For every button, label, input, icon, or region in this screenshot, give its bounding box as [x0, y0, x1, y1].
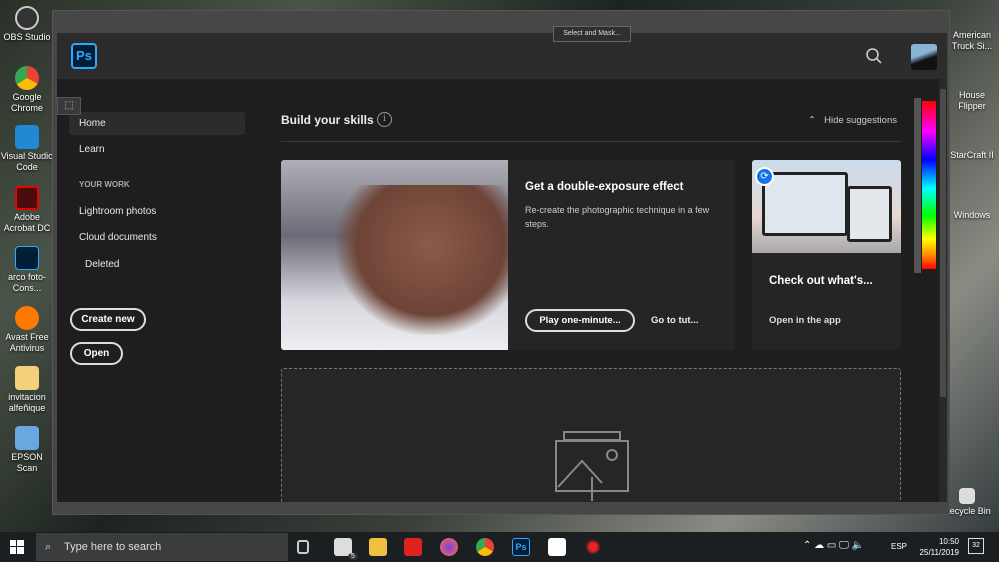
label: Avast Free Antivirus [5, 332, 49, 353]
chrome-icon[interactable] [476, 538, 494, 556]
home-screen: Home Learn YOUR WORK Lightroom photos Cl… [57, 79, 939, 502]
devices-image: ⟳ [752, 160, 901, 253]
scrollbar[interactable] [939, 79, 947, 502]
sidebar-item-cloud-documents[interactable]: Cloud documents [69, 226, 245, 249]
notification-icon[interactable]: 32 [968, 538, 984, 554]
bison-shape [336, 185, 508, 335]
creative-cloud-icon[interactable] [404, 538, 422, 556]
desktop-icon-avast[interactable]: Avast Free Antivirus [0, 306, 54, 354]
select-and-mask-button[interactable]: Select and Mask... [553, 26, 631, 42]
app-header: Ps [57, 33, 947, 79]
chevron-up-icon: ⌃ [808, 115, 817, 126]
photoshop-window: Ps Home Learn YOUR WORK Lightroom photos… [52, 10, 950, 515]
file-explorer-icon[interactable] [369, 538, 387, 556]
desktop-icon-acrobat[interactable]: Adobe Acrobat DC [0, 186, 54, 234]
go-to-tutorial-link[interactable]: Go to tut... [651, 315, 699, 326]
avatar[interactable] [911, 44, 937, 70]
system-tray-icons[interactable]: ⌃ ☁ ▭ 🖵 🔈 [803, 540, 864, 551]
app-icon[interactable] [584, 538, 602, 556]
ps-logo: Ps [71, 43, 97, 69]
store-icon[interactable] [548, 538, 566, 556]
firefox-icon[interactable] [440, 538, 458, 556]
bison-image [281, 160, 508, 350]
label: Windows [953, 210, 991, 220]
windows-start-icon[interactable] [10, 540, 24, 554]
title-bar[interactable] [53, 11, 949, 33]
open-in-app-link[interactable]: Open in the app [769, 315, 841, 326]
scrollbar-thumb[interactable] [940, 89, 946, 397]
desktop-icon-psd[interactable]: arco foto-Cons... [0, 246, 54, 294]
label: arco foto-Cons... [7, 272, 47, 293]
desktop-icon-ats[interactable]: American Truck Si... [945, 30, 999, 52]
label: Adobe Acrobat DC [3, 212, 51, 233]
drop-zone[interactable] [281, 368, 901, 502]
date: 25/11/2019 [919, 548, 959, 557]
label: OBS Studio [3, 32, 51, 42]
label: Google Chrome [10, 92, 43, 113]
image-drop-icon [555, 431, 629, 501]
time: 10:50 [938, 537, 959, 546]
hide-label: Hide suggestions [824, 115, 897, 126]
search-placeholder: Type here to search [64, 541, 162, 553]
sync-icon: ⟳ [755, 167, 774, 186]
taskbar: ⌕ Type here to search 5 Ps ⌃ ☁ ▭ 🖵 🔈 ESP … [0, 532, 999, 562]
taskbar-search-input[interactable]: ⌕ Type here to search [36, 533, 288, 561]
marquee-tool-icon[interactable]: ⬚ [57, 97, 81, 115]
label: House Flipper [958, 90, 986, 111]
label: American Truck Si... [951, 30, 993, 51]
spectrum-slider[interactable] [914, 98, 921, 273]
search-icon[interactable] [865, 47, 883, 65]
create-new-button[interactable]: Create new [70, 308, 146, 331]
desktop-icon-starcraft[interactable]: StarCraft II [945, 150, 999, 161]
clock[interactable]: 10:50 25/11/2019 [920, 536, 959, 558]
section-title: Build your skills [281, 113, 374, 127]
tutorial-card[interactable]: Get a double-exposure effect Re-create t… [281, 160, 735, 350]
laptop-shape [762, 172, 848, 236]
desktop-icon-folder[interactable]: invitacion alfeñique [0, 366, 54, 414]
desktop-icon-vscode[interactable]: Visual Studio Code [0, 125, 54, 173]
label: StarCraft II [950, 150, 994, 160]
desktop-icon-windows[interactable]: Windows [945, 210, 999, 221]
mail-icon[interactable]: 5 [334, 538, 358, 560]
tablet-shape [847, 186, 892, 242]
desktop-icon-houseflipper[interactable]: House Flipper [945, 90, 999, 112]
hide-suggestions-button[interactable]: ⌃ Hide suggestions [808, 115, 897, 126]
desktop-icon-chrome[interactable]: Google Chrome [0, 66, 54, 114]
open-button[interactable]: Open [70, 342, 123, 365]
photoshop-taskbar-icon[interactable]: Ps [512, 538, 530, 556]
label: Visual Studio Code [0, 151, 54, 172]
whats-new-card[interactable]: ⟳ Check out what's... Open in the app [752, 160, 901, 350]
sidebar-item-deleted[interactable]: Deleted [69, 253, 245, 276]
language-indicator[interactable]: ESP [891, 542, 907, 551]
sidebar-item-lightroom[interactable]: Lightroom photos [69, 200, 245, 223]
sidebar-item-learn[interactable]: Learn [69, 138, 245, 161]
card-description: Re-create the photographic technique in … [525, 205, 710, 229]
mail-badge: 5 [348, 553, 358, 560]
desktop-icon-obs[interactable]: OBS Studio [0, 6, 54, 43]
task-view-icon[interactable] [297, 540, 309, 554]
search-icon: ⌕ [45, 541, 52, 553]
card-title: Get a double-exposure effect [525, 181, 684, 193]
card-title: Check out what's... [769, 275, 873, 287]
desktop-icon-epson[interactable]: EPSON Scan [0, 426, 54, 474]
section-your-work: YOUR WORK [79, 180, 130, 189]
label: EPSON Scan [11, 452, 43, 473]
info-icon[interactable]: i [377, 112, 392, 127]
label: Recycle Bin [943, 506, 991, 516]
color-spectrum[interactable] [922, 101, 936, 269]
divider [281, 141, 901, 142]
label: invitacion alfeñique [8, 392, 46, 413]
sidebar-item-home[interactable]: Home [69, 112, 245, 135]
play-video-button[interactable]: Play one-minute... [525, 309, 635, 332]
